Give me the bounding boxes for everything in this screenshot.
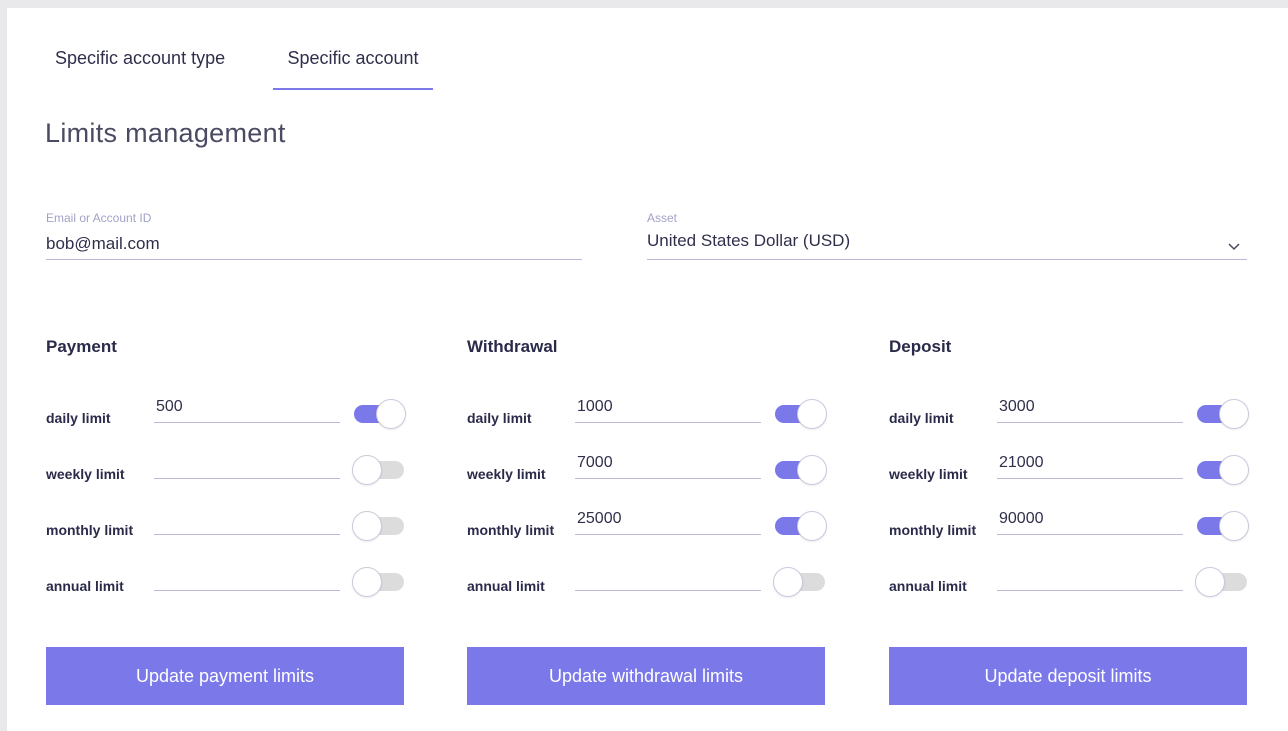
toggle-knob[interactable] <box>797 511 827 541</box>
page-title: Limits management <box>45 118 286 148</box>
toggle-knob[interactable] <box>797 399 827 429</box>
limit-label: monthly limit <box>46 522 134 538</box>
deposit-daily-input[interactable] <box>997 391 1183 423</box>
asset-field-label: Asset <box>647 211 678 225</box>
withdrawal-monthly-input[interactable] <box>575 503 761 535</box>
email-input[interactable] <box>46 231 582 257</box>
payment-annual-input[interactable] <box>154 559 340 591</box>
payment-monthly-input[interactable] <box>154 503 340 535</box>
payment-daily-row: daily limit <box>46 391 406 450</box>
limit-label: weekly limit <box>467 466 546 482</box>
withdrawal-daily-row: daily limit <box>467 391 827 450</box>
toggle-knob[interactable] <box>352 455 382 485</box>
asset-underline <box>647 259 1247 260</box>
withdrawal-annual-input[interactable] <box>575 559 761 591</box>
toggle-knob[interactable] <box>773 567 803 597</box>
deposit-annual-input[interactable] <box>997 559 1183 591</box>
limit-label: annual limit <box>889 578 967 594</box>
tab-specific-account[interactable]: Specific account <box>273 8 433 90</box>
tab-bar: Specific account type Specific account <box>45 8 433 90</box>
email-underline <box>46 259 582 260</box>
tab-specific-account-type[interactable]: Specific account type <box>45 8 273 90</box>
payment-weekly-input[interactable] <box>154 447 340 479</box>
deposit-monthly-toggle[interactable] <box>1195 510 1249 541</box>
deposit-daily-row: daily limit <box>889 391 1249 450</box>
payment-daily-input[interactable] <box>154 391 340 423</box>
payment-weekly-row: weekly limit <box>46 447 404 506</box>
toggle-knob[interactable] <box>376 399 406 429</box>
payment-annual-toggle[interactable] <box>352 566 404 597</box>
payment-title: Payment <box>46 337 117 356</box>
email-field: Email or Account ID <box>46 211 582 260</box>
payment-section: Payment daily limit weekly limit monthly… <box>46 337 406 705</box>
limit-label: daily limit <box>889 410 954 426</box>
limit-label: weekly limit <box>889 466 968 482</box>
withdrawal-annual-toggle[interactable] <box>773 566 825 597</box>
limit-label: daily limit <box>46 410 111 426</box>
withdrawal-daily-input[interactable] <box>575 391 761 423</box>
toggle-knob[interactable] <box>352 511 382 541</box>
toggle-knob[interactable] <box>1219 455 1249 485</box>
deposit-weekly-row: weekly limit <box>889 447 1249 506</box>
deposit-monthly-input[interactable] <box>997 503 1183 535</box>
withdrawal-weekly-toggle[interactable] <box>773 454 827 485</box>
withdrawal-annual-row: annual limit <box>467 559 825 618</box>
limit-label: monthly limit <box>889 522 977 538</box>
payment-annual-row: annual limit <box>46 559 404 618</box>
update-deposit-limits-button[interactable]: Update deposit limits <box>889 647 1247 705</box>
withdrawal-monthly-toggle[interactable] <box>773 510 827 541</box>
deposit-annual-row: annual limit <box>889 559 1247 618</box>
toggle-knob[interactable] <box>1195 567 1225 597</box>
payment-daily-toggle[interactable] <box>352 398 406 429</box>
deposit-daily-toggle[interactable] <box>1195 398 1249 429</box>
withdrawal-daily-toggle[interactable] <box>773 398 827 429</box>
email-field-label: Email or Account ID <box>46 211 152 225</box>
withdrawal-weekly-row: weekly limit <box>467 447 827 506</box>
withdrawal-weekly-input[interactable] <box>575 447 761 479</box>
limit-label: daily limit <box>467 410 532 426</box>
deposit-weekly-input[interactable] <box>997 447 1183 479</box>
limit-label: annual limit <box>46 578 124 594</box>
deposit-section: Deposit daily limit weekly limit monthly… <box>889 337 1249 705</box>
chevron-down-icon[interactable] <box>1227 239 1241 253</box>
withdrawal-monthly-row: monthly limit <box>467 503 827 562</box>
payment-monthly-row: monthly limit <box>46 503 404 562</box>
toggle-knob[interactable] <box>797 455 827 485</box>
limits-card: Specific account type Specific account L… <box>7 8 1288 731</box>
limit-label: annual limit <box>467 578 545 594</box>
deposit-annual-toggle[interactable] <box>1195 566 1247 597</box>
update-withdrawal-limits-button[interactable]: Update withdrawal limits <box>467 647 825 705</box>
payment-monthly-toggle[interactable] <box>352 510 404 541</box>
asset-select[interactable]: United States Dollar (USD) <box>647 231 1247 257</box>
deposit-weekly-toggle[interactable] <box>1195 454 1249 485</box>
deposit-title: Deposit <box>889 337 952 356</box>
toggle-knob[interactable] <box>1219 399 1249 429</box>
limit-label: weekly limit <box>46 466 125 482</box>
limit-label: monthly limit <box>467 522 555 538</box>
deposit-monthly-row: monthly limit <box>889 503 1249 562</box>
toggle-knob[interactable] <box>1219 511 1249 541</box>
payment-weekly-toggle[interactable] <box>352 454 404 485</box>
update-payment-limits-button[interactable]: Update payment limits <box>46 647 404 705</box>
withdrawal-section: Withdrawal daily limit weekly limit mont… <box>467 337 827 705</box>
asset-field[interactable]: Asset United States Dollar (USD) <box>647 211 1247 260</box>
toggle-knob[interactable] <box>352 567 382 597</box>
withdrawal-title: Withdrawal <box>467 337 558 356</box>
